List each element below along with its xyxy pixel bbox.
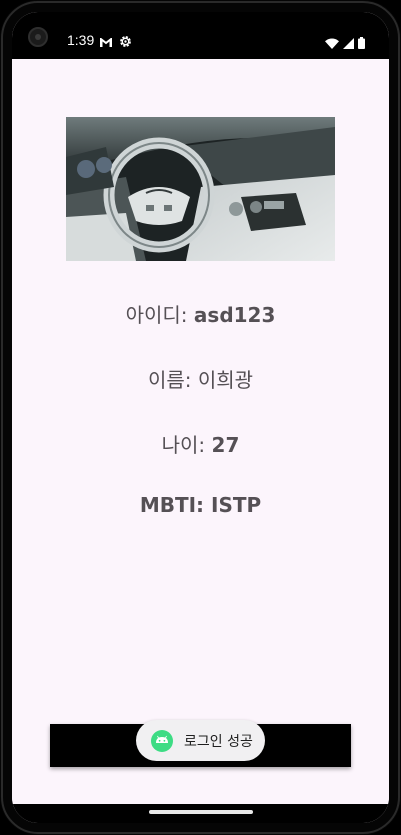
user-mbti-text: MBTI: ISTP (139, 493, 262, 517)
settings-gear-icon (119, 33, 132, 52)
wifi-icon (325, 34, 339, 53)
cellular-signal-icon (343, 34, 354, 53)
login-toast: 로그인 성공 (136, 720, 265, 761)
user-name-line: 이름: 이희광 (12, 364, 389, 393)
user-id-line: 아이디: asd123 (12, 299, 389, 328)
app-content: 아이디: asd123 이름: 이희광 나이: 27 MBTI: ISTP 로그… (12, 59, 389, 804)
user-id-label: 아이디: (125, 303, 188, 327)
user-age-label: 나이: (161, 433, 206, 457)
front-camera (28, 27, 48, 47)
user-id-value: asd123 (193, 303, 276, 327)
user-age-value: 27 (211, 433, 240, 457)
toast-message: 로그인 성공 (184, 733, 253, 750)
android-icon (151, 729, 173, 752)
car-interior-image (66, 117, 335, 261)
status-time: 1:39 (67, 32, 95, 48)
status-bar: 1:39 (12, 12, 389, 59)
user-name-label: 이름: (147, 368, 192, 392)
gmail-icon (99, 33, 113, 52)
user-mbti-line: MBTI: ISTP (12, 493, 389, 517)
user-age-line: 나이: 27 (12, 429, 389, 458)
notification-icons (99, 33, 132, 52)
gesture-home-handle[interactable] (149, 810, 253, 814)
system-status-icons (325, 34, 365, 53)
battery-icon (358, 34, 365, 53)
navigation-bar (12, 804, 389, 823)
user-name-value: 이희광 (197, 368, 254, 392)
phone-frame: 1:39 아이디: asd123 이름: 이희광 나이: 27 MBTI: IS… (0, 0, 401, 835)
phone-screen: 1:39 아이디: asd123 이름: 이희광 나이: 27 MBTI: IS… (12, 12, 389, 823)
